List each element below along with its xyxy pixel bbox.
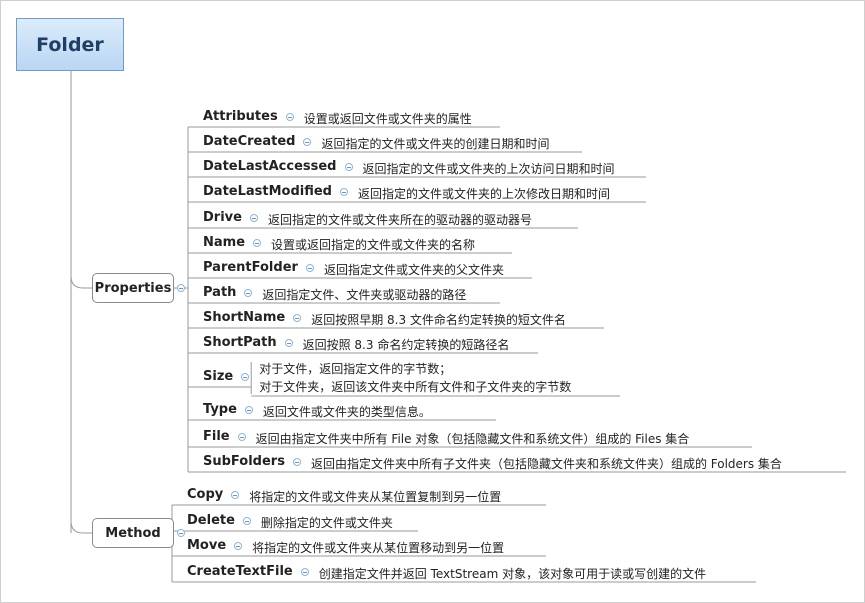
item-description: 设置或返回文件或文件夹的属性 bbox=[303, 112, 472, 126]
item-description: 返回指定的文件或文件夹的上次修改日期和时间 bbox=[358, 187, 611, 201]
list-item[interactable]: Type 返回文件或文件夹的类型信息。 bbox=[203, 400, 843, 420]
list-item[interactable]: DateLastAccessed 返回指定的文件或文件夹的上次访问日期和时间 bbox=[203, 157, 843, 177]
item-description: 返回由指定文件夹中所有 File 对象（包括隐藏文件和系统文件）组成的 File… bbox=[255, 432, 690, 446]
item-name: DateLastAccessed bbox=[203, 159, 337, 174]
group-collapse-toggle[interactable] bbox=[177, 529, 185, 537]
item-collapse-toggle[interactable] bbox=[237, 433, 246, 441]
item-description: 删除指定的文件或文件夹 bbox=[260, 516, 393, 530]
group-node-method[interactable]: Method bbox=[92, 518, 174, 548]
item-description: 返回由指定文件夹中所有子文件夹（包括隐藏文件夹和系统文件夹）组成的 Folder… bbox=[310, 457, 782, 471]
list-item[interactable]: CreateTextFile 创建指定文件并返回 TextStream 对象，该对… bbox=[187, 562, 827, 582]
item-description: 将指定的文件或文件夹从某位置复制到另一位置 bbox=[249, 490, 502, 504]
item-name: Name bbox=[203, 235, 246, 250]
list-item[interactable]: DateLastModified 返回指定的文件或文件夹的上次修改日期和时间 bbox=[203, 182, 843, 202]
list-item[interactable]: Delete 删除指定的文件或文件夹 bbox=[187, 511, 827, 531]
item-name: SubFolders bbox=[203, 454, 285, 469]
item-name: ShortPath bbox=[203, 335, 277, 350]
list-item[interactable]: ShortPath 返回按照 8.3 命名约定转换的短路径名 bbox=[203, 333, 843, 353]
item-description: 创建指定文件并返回 TextStream 对象，该对象可用于读或写创建的文件 bbox=[318, 567, 707, 581]
list-item[interactable]: ParentFolder 返回指定文件或文件夹的父文件夹 bbox=[203, 258, 843, 278]
item-collapse-toggle[interactable] bbox=[340, 188, 348, 196]
item-name: DateLastModified bbox=[203, 184, 332, 199]
item-collapse-toggle[interactable] bbox=[292, 458, 301, 466]
item-name: ParentFolder bbox=[203, 260, 298, 275]
trunk-to-method bbox=[70, 520, 92, 534]
item-name: Drive bbox=[203, 210, 242, 225]
list-item[interactable]: Path 返回指定文件、文件夹或驱动器的路径 bbox=[203, 283, 843, 303]
item-name: Path bbox=[203, 285, 237, 300]
item-collapse-toggle[interactable] bbox=[285, 113, 294, 121]
item-name: Copy bbox=[187, 487, 224, 502]
item-name: DateCreated bbox=[203, 134, 296, 149]
item-description: 返回按照早期 8.3 文件命名约定转换的短文件名 bbox=[311, 313, 566, 327]
item-description: 返回按照 8.3 命名约定转换的短路径名 bbox=[302, 338, 510, 352]
group-node-properties[interactable]: Properties bbox=[92, 273, 174, 303]
item-description: 返回指定的文件或文件夹的创建日期和时间 bbox=[321, 137, 550, 151]
item-name: Type bbox=[203, 402, 237, 417]
item-name: Size bbox=[203, 369, 234, 384]
item-collapse-toggle[interactable] bbox=[242, 517, 251, 525]
item-name: File bbox=[203, 429, 230, 444]
item-description: 返回指定文件、文件夹或驱动器的路径 bbox=[262, 288, 467, 302]
item-collapse-toggle[interactable] bbox=[300, 568, 309, 576]
item-collapse-toggle[interactable] bbox=[253, 239, 262, 247]
list-item[interactable]: DateCreated 返回指定的文件或文件夹的创建日期和时间 bbox=[203, 132, 843, 152]
item-collapse-toggle[interactable] bbox=[344, 163, 353, 171]
trunk-to-properties bbox=[70, 275, 92, 289]
item-description: 对于文件，返回指定文件的字节数； bbox=[259, 362, 452, 376]
item-collapse-toggle[interactable] bbox=[284, 339, 293, 347]
item-description: 返回指定的文件或文件夹的上次访问日期和时间 bbox=[362, 162, 615, 176]
item-collapse-toggle[interactable] bbox=[244, 406, 253, 414]
list-item[interactable]: Attributes 设置或返回文件或文件夹的属性 bbox=[203, 107, 843, 127]
item-description: 设置或返回指定的文件或文件夹的名称 bbox=[271, 238, 476, 252]
item-name: Attributes bbox=[203, 109, 278, 124]
list-item[interactable]: File 返回由指定文件夹中所有 File 对象（包括隐藏文件和系统文件）组成的 … bbox=[203, 427, 843, 447]
item-name: CreateTextFile bbox=[187, 564, 293, 579]
item-name: ShortName bbox=[203, 310, 286, 325]
item-name: Delete bbox=[187, 513, 235, 528]
list-item[interactable]: Move 将指定的文件或文件夹从某位置移动到另一位置 bbox=[187, 536, 827, 556]
item-description: 返回指定文件或文件夹的父文件夹 bbox=[323, 263, 504, 277]
item-description: 返回文件或文件夹的类型信息。 bbox=[262, 405, 431, 419]
list-item[interactable]: Name 设置或返回指定的文件或文件夹的名称 bbox=[203, 233, 843, 253]
list-item[interactable]: Drive 返回指定的文件或文件夹所在的驱动器的驱动器号 bbox=[203, 208, 843, 228]
group-collapse-toggle[interactable] bbox=[177, 284, 185, 292]
list-item[interactable]: Copy 将指定的文件或文件夹从某位置复制到另一位置 bbox=[187, 485, 827, 505]
item-description-line-2: 对于文件夹，返回该文件夹中所有文件和子文件夹的字节数 bbox=[259, 380, 572, 394]
root-node-folder[interactable]: Folder bbox=[16, 18, 124, 71]
item-description: 将指定的文件或文件夹从某位置移动到另一位置 bbox=[252, 541, 505, 555]
item-collapse-toggle[interactable] bbox=[249, 214, 258, 222]
item-name: Move bbox=[187, 538, 227, 553]
item-collapse-toggle[interactable] bbox=[305, 264, 314, 272]
item-description: 返回指定的文件或文件夹所在的驱动器的驱动器号 bbox=[267, 213, 532, 227]
